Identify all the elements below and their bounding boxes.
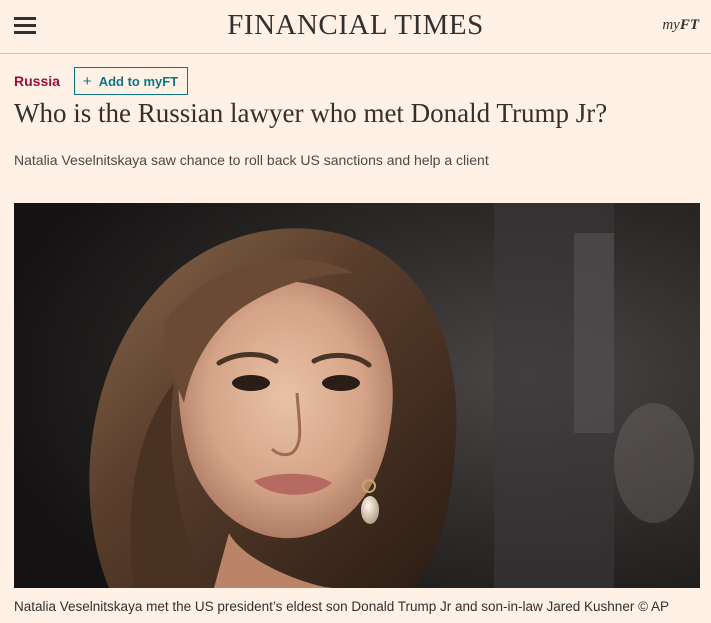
article-headline: Who is the Russian lawyer who met Donald…: [14, 98, 608, 128]
topic-link[interactable]: Russia: [14, 73, 60, 89]
image-caption: Natalia Veselnitskaya met the US preside…: [14, 599, 670, 614]
add-to-myft-label: Add to myFT: [98, 73, 179, 89]
topic-row: Russia + Add to myFT: [14, 67, 189, 95]
article-main-image: [14, 203, 700, 588]
article-standfirst: Natalia Veselnitskaya saw chance to roll…: [14, 152, 489, 168]
add-to-myft-button[interactable]: + Add to myFT: [73, 67, 189, 95]
plus-icon: +: [82, 72, 92, 90]
myft-link-suffix: FT: [679, 17, 699, 33]
article-page: FINANCIAL TIMES myFT Russia + Add to myF…: [0, 0, 711, 623]
portrait-photo: [14, 203, 700, 588]
myft-link-prefix: my: [662, 17, 680, 33]
site-header: FINANCIAL TIMES myFT: [0, 0, 711, 54]
myft-link[interactable]: myFT: [662, 17, 699, 34]
masthead-logo[interactable]: FINANCIAL TIMES: [0, 9, 711, 42]
